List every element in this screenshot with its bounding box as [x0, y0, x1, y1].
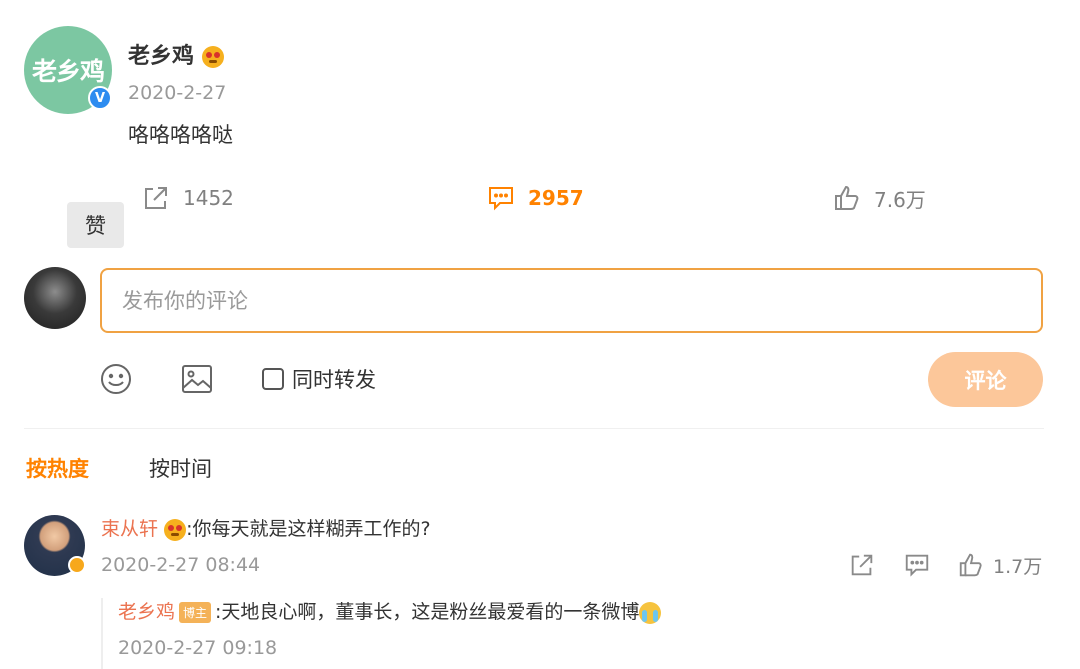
- crying-emoji-icon: [639, 601, 662, 624]
- comment-like-icon: [959, 553, 982, 577]
- reply-date: 2020-2-27 09:18: [118, 637, 278, 659]
- comment-like-count: 1.7万: [993, 555, 1043, 578]
- repost-count: 1452: [183, 186, 234, 210]
- comment-text: :你每天就是这样糊弄工作的?: [186, 518, 431, 540]
- forward-label: 同时转发: [292, 368, 376, 392]
- author-name-row: 老乡鸡: [128, 38, 224, 70]
- submit-comment-button[interactable]: 评论: [928, 352, 1043, 407]
- divider: [24, 428, 1044, 429]
- post-date[interactable]: 2020-2-27: [128, 82, 226, 104]
- reply-author-name[interactable]: 老乡鸡: [118, 601, 175, 623]
- like-icon: [835, 185, 859, 210]
- forward-toggle[interactable]: 同时转发: [262, 364, 376, 394]
- owner-tag: 博主: [179, 602, 212, 623]
- like-count: 7.6万: [874, 187, 926, 212]
- user-badge-icon: [68, 556, 86, 574]
- author-name[interactable]: 老乡鸡: [128, 44, 194, 69]
- comment-icon: [489, 187, 513, 211]
- reply-text: :天地良心啊，董事长，这是粉丝最爱看的一条微博: [215, 601, 640, 623]
- like-button[interactable]: 7.6万: [832, 183, 926, 213]
- emoji-icon[interactable]: [99, 362, 133, 396]
- like-tooltip: 赞: [67, 202, 124, 248]
- tab-sort-hot[interactable]: 按热度: [26, 453, 89, 483]
- post-content: 咯咯咯咯哒: [128, 123, 233, 147]
- comment-reply-icon[interactable]: [903, 551, 931, 579]
- verified-icon: V: [88, 86, 112, 110]
- fan-badge-icon: [201, 46, 224, 68]
- current-user-avatar[interactable]: [24, 267, 86, 329]
- comment-count: 2957: [528, 186, 584, 210]
- avatar-text: 老乡鸡: [31, 57, 105, 86]
- fan-badge-icon: [164, 518, 187, 541]
- repost-icon: [145, 187, 167, 209]
- reply-body: 老乡鸡 博主:天地良心啊，董事长，这是粉丝最爱看的一条微博: [118, 597, 662, 624]
- comment-share-icon[interactable]: [848, 551, 876, 579]
- comment-body: 束从轩 :你每天就是这样糊弄工作的?: [101, 514, 431, 541]
- tab-sort-time[interactable]: 按时间: [149, 453, 212, 483]
- image-icon[interactable]: [180, 362, 214, 396]
- comment-button[interactable]: 2957: [486, 183, 584, 213]
- commenter-name[interactable]: 束从轩: [101, 518, 158, 540]
- reply-thread-bar: [101, 598, 103, 669]
- repost-button[interactable]: 1452: [141, 183, 234, 213]
- comment-input[interactable]: [100, 268, 1043, 333]
- comment-date: 2020-2-27 08:44: [101, 554, 261, 576]
- forward-checkbox[interactable]: [262, 368, 284, 390]
- comment-like-button[interactable]: 1.7万: [957, 551, 1042, 579]
